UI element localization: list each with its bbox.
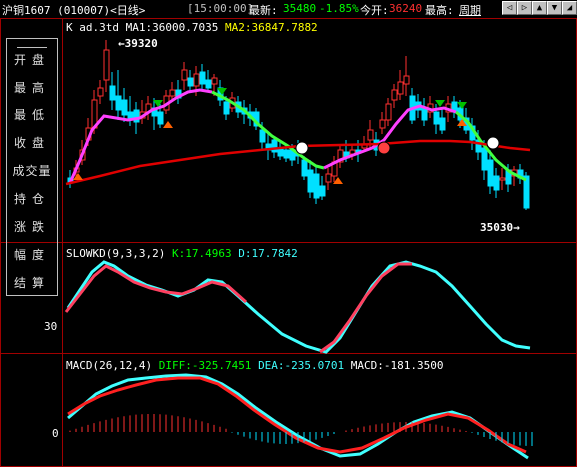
candle-body-59: [421, 107, 428, 121]
buy-arrow-1: [163, 121, 173, 128]
candle-body-50: [367, 129, 374, 141]
candle-body-52: [379, 119, 386, 129]
candle-body-6: [103, 49, 110, 81]
candle-body-9: [121, 99, 128, 116]
candle-body-23: [205, 79, 212, 89]
markers-layer: [73, 88, 500, 184]
candle-body-39: [301, 159, 308, 177]
chart-canvas: [64, 40, 533, 460]
candle-body-15: [157, 111, 164, 125]
candle-body-19: [181, 69, 188, 81]
candle-body-53: [385, 103, 392, 121]
candle-body-40: [307, 169, 314, 193]
candle-body-7: [109, 85, 116, 101]
candle-body-43: [325, 173, 332, 183]
candle-body-72: [499, 177, 506, 181]
candle-body-56: [403, 75, 410, 85]
sad-face-icon-1: [295, 141, 309, 155]
candle-body-71: [493, 175, 500, 191]
kd-d-line-2: [319, 262, 412, 354]
candle-body-55: [397, 81, 404, 95]
candle-body-26: [223, 101, 230, 115]
kd-k-line: [66, 260, 531, 354]
candle-body-22: [199, 71, 206, 85]
smile-face-icon: [377, 141, 391, 155]
candle-body-42: [319, 185, 326, 197]
sad-face-icon-2: [486, 136, 500, 150]
candle-body-10: [127, 111, 134, 119]
macd-dea-line: [67, 376, 527, 454]
candle-body-69: [481, 147, 488, 171]
candle-body-61: [433, 111, 440, 125]
candle-body-21: [193, 73, 200, 87]
candle-body-62: [439, 117, 446, 131]
candle-body-36: [283, 149, 290, 159]
candle-body-34: [271, 139, 278, 153]
candle-body-20: [187, 77, 194, 87]
candle-body-5: [97, 87, 104, 97]
candle-body-32: [259, 129, 266, 143]
candle-body-24: [211, 77, 218, 85]
candle-body-41: [313, 173, 320, 199]
candle-body-17: [169, 89, 176, 97]
candle-body-8: [115, 95, 122, 111]
candle-body-70: [487, 159, 494, 187]
candle-body-54: [391, 89, 398, 101]
